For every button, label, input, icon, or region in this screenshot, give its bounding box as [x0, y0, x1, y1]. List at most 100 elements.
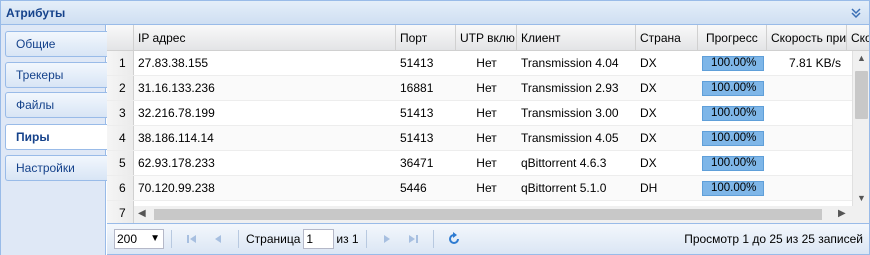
scroll-down-icon[interactable]: ▼ — [857, 193, 866, 203]
download-speed-cell: 7.81 KB/s — [788, 56, 841, 70]
progress-bar: 100.00% — [702, 131, 764, 146]
client-cell: Transmission 4.05 — [521, 131, 619, 145]
separator — [238, 230, 239, 248]
ip-cell: 32.216.78.199 — [138, 106, 215, 120]
last-page-icon[interactable] — [405, 231, 421, 247]
progress-cell: 100.00% — [698, 51, 767, 75]
utp-cell: Нет — [476, 56, 497, 70]
page-size-select[interactable]: 200 ▼ — [114, 229, 164, 249]
country-cell: DX — [640, 106, 657, 120]
col-header-utp[interactable]: UTP вклю — [456, 25, 517, 51]
col-header-ip[interactable]: IP адрес — [134, 25, 396, 51]
utp-cell: Нет — [476, 131, 497, 145]
table-row[interactable]: 6 70.120.99.238 5446 Нет qBittorrent 5.1.0 DH… — [107, 176, 852, 201]
ip-cell: 27.83.38.155 — [138, 56, 209, 70]
vertical-tabbar: Общие Трекеры Файлы Пиры Настройки — [0, 25, 108, 255]
grid-header: IP адрес Порт UTP вклю Клиент Страна Про… — [107, 25, 869, 51]
port-cell: 5446 — [400, 181, 427, 195]
scroll-corner — [852, 206, 869, 223]
progress-bar: 100.00% — [702, 181, 764, 196]
port-cell: 16881 — [400, 81, 434, 95]
tab-trackers[interactable]: Трекеры — [5, 62, 107, 88]
row-number-cell: 7 — [107, 201, 134, 223]
panel-title: Атрибуты — [6, 5, 66, 20]
vertical-scrollbar[interactable]: ▲ ▼ — [852, 51, 869, 206]
col-header-country[interactable]: Страна — [636, 25, 698, 51]
row-number-cell: 2 — [107, 76, 134, 100]
port-cell: 51413 — [400, 56, 434, 70]
ip-cell: 70.120.99.238 — [138, 181, 215, 195]
refresh-icon[interactable] — [446, 231, 462, 247]
display-message: Просмотр 1 до 25 из 25 записей — [684, 232, 863, 246]
horizontal-scrollbar[interactable]: ◀ ▶ — [134, 206, 852, 223]
peers-grid: IP адрес Порт UTP вклю Клиент Страна Про… — [107, 25, 870, 224]
col-header-upload-speed[interactable]: Ско — [847, 25, 869, 51]
utp-cell: Нет — [476, 156, 497, 170]
col-header-rownum — [107, 25, 134, 51]
progress-bar: 100.00% — [702, 81, 764, 96]
tab-settings[interactable]: Настройки — [5, 155, 107, 181]
client-cell: Transmission 4.04 — [521, 56, 619, 70]
tab-label: Настройки — [16, 161, 75, 175]
table-row[interactable]: 1 27.83.38.155 51413 Нет Transmission 4.04 DX… — [107, 51, 852, 76]
vertical-scroll-thumb[interactable] — [855, 71, 868, 119]
paging-toolbar: 200 ▼ Страница из 1 Просмотр 1 до 25 из … — [107, 224, 870, 255]
separator — [365, 230, 367, 248]
col-header-download-speed[interactable]: Скорость при — [767, 25, 847, 51]
utp-cell: Нет — [476, 181, 497, 195]
prev-page-icon[interactable] — [210, 231, 226, 247]
progress-cell: 100.00% — [698, 151, 767, 175]
ip-cell: 62.93.178.233 — [138, 156, 215, 170]
table-row[interactable]: 5 62.93.178.233 36471 Нет qBittorrent 4.6.3 D… — [107, 151, 852, 176]
table-row[interactable]: 2 31.16.133.236 16881 Нет Transmission 2.93 D… — [107, 76, 852, 101]
tab-label: Пиры — [16, 130, 50, 144]
tab-label: Файлы — [16, 98, 55, 112]
next-page-icon[interactable] — [379, 231, 395, 247]
client-cell: Transmission 2.93 — [521, 81, 619, 95]
row-number-cell: 5 — [107, 151, 134, 175]
page-size-value: 200 — [117, 232, 138, 246]
port-cell: 51413 — [400, 131, 434, 145]
scroll-up-icon[interactable]: ▲ — [857, 53, 866, 63]
country-cell: DH — [640, 181, 658, 195]
col-header-port[interactable]: Порт — [396, 25, 456, 51]
progress-cell: 100.00% — [698, 176, 767, 200]
download-speed-cell — [767, 76, 847, 100]
tab-general[interactable]: Общие — [5, 31, 107, 57]
port-cell: 36471 — [400, 156, 434, 170]
progress-cell: 100.00% — [698, 76, 767, 100]
progress-bar: 100.00% — [702, 56, 764, 71]
col-header-progress[interactable]: Прогресс — [698, 25, 767, 51]
client-cell: qBittorrent 5.1.0 — [521, 181, 607, 195]
table-row[interactable]: 4 38.186.114.14 51413 Нет Transmission 4.05 D… — [107, 126, 852, 151]
row-number-cell: 6 — [107, 176, 134, 200]
table-row[interactable]: 3 32.216.78.199 51413 Нет Transmission 3.00 D… — [107, 101, 852, 126]
client-cell: Transmission 3.00 — [521, 106, 619, 120]
progress-bar: 100.00% — [702, 156, 764, 171]
tab-peers[interactable]: Пиры — [5, 124, 108, 150]
download-speed-cell — [767, 151, 847, 175]
page-number-input[interactable] — [303, 229, 335, 249]
collapse-icon[interactable] — [849, 6, 863, 20]
panel-header: Атрибуты — [0, 0, 870, 25]
progress-cell: 100.00% — [698, 101, 767, 125]
tab-label: Трекеры — [16, 68, 64, 82]
page-count-label: из 1 — [336, 232, 359, 246]
row-number-cell: 3 — [107, 101, 134, 125]
download-speed-cell — [767, 101, 847, 125]
first-page-icon[interactable] — [184, 231, 200, 247]
ip-cell: 31.16.133.236 — [138, 81, 215, 95]
download-speed-cell — [767, 126, 847, 150]
client-cell: qBittorrent 4.6.3 — [521, 156, 607, 170]
scroll-right-icon[interactable]: ▶ — [838, 208, 846, 219]
col-header-client[interactable]: Клиент — [517, 25, 636, 51]
country-cell: DX — [640, 156, 657, 170]
row-number-cell: 4 — [107, 126, 134, 150]
scroll-left-icon[interactable]: ◀ — [138, 208, 146, 219]
horizontal-scroll-thumb[interactable] — [154, 209, 822, 220]
tab-files[interactable]: Файлы — [5, 92, 107, 118]
tab-label: Общие — [16, 37, 56, 51]
progress-cell: 100.00% — [698, 126, 767, 150]
separator — [171, 230, 172, 248]
country-cell: DX — [640, 81, 657, 95]
